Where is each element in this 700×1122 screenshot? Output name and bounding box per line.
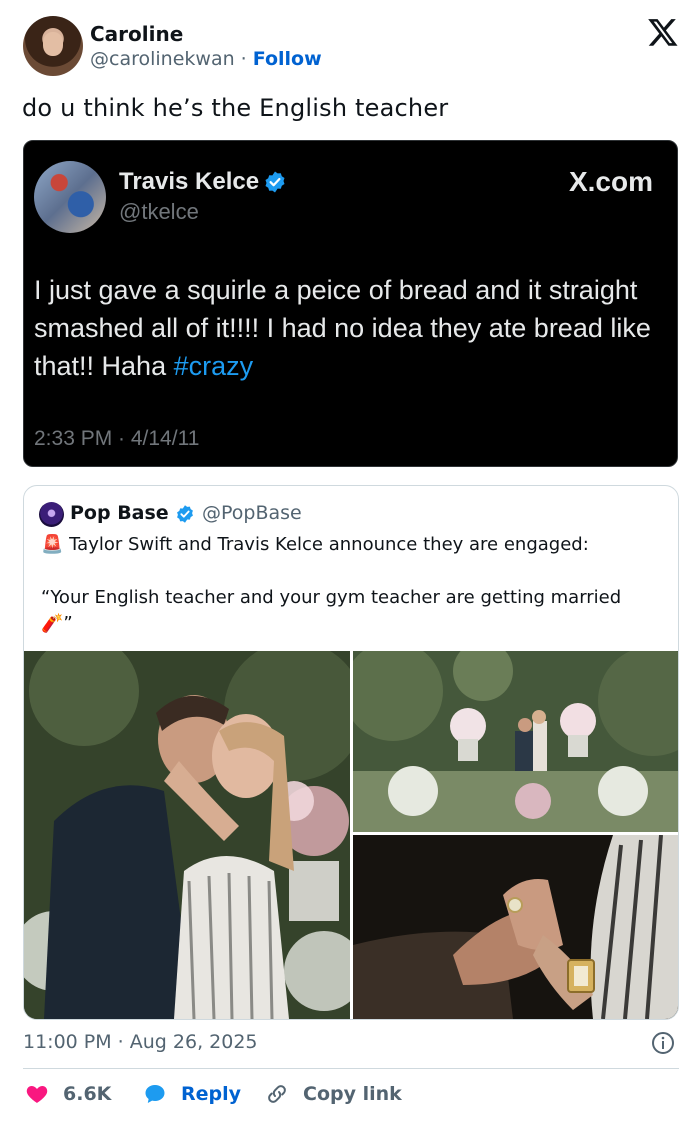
x-com-brand: X.com	[568, 166, 653, 197]
popbase-name: Pop Base	[70, 502, 169, 524]
tkelce-body-text: I just gave a squirle a peice of bread a…	[34, 275, 651, 381]
follow-button[interactable]: Follow	[253, 48, 322, 70]
quoted-line1-text: Taylor Swift and Travis Kelce announce t…	[69, 534, 589, 555]
reply-bubble-icon	[145, 1085, 165, 1103]
tkelce-name: Travis Kelce	[119, 168, 260, 195]
hashtag: #crazy	[173, 351, 254, 381]
garden-proposal-photo[interactable]	[353, 651, 678, 832]
quoted-tweet-line1: 🚨 Taylor Swift and Travis Kelce announce…	[41, 534, 589, 555]
like-button[interactable]: 6.6K	[25, 1082, 111, 1106]
siren-emoji: 🚨	[41, 534, 64, 555]
tkelce-tweet-body: I just gave a squirle a peice of bread a…	[34, 271, 674, 385]
tweet-text: do u think he’s the English teacher	[22, 94, 449, 122]
quoted-line2-text: “Your English teacher and your gym teach…	[41, 587, 622, 608]
copy-link-label: Copy link	[303, 1083, 402, 1105]
quoted-tweet[interactable]: Pop Base @PopBase 🚨 Taylor Swift and Tra…	[23, 485, 679, 1020]
tweet-timestamp[interactable]: 11:00 PM · Aug 26, 2025	[23, 1031, 258, 1053]
tkelce-handle: @tkelce	[119, 199, 199, 224]
author-avatar[interactable]	[23, 16, 83, 76]
verified-badge-icon	[177, 505, 193, 523]
info-icon[interactable]	[651, 1031, 675, 1055]
like-count: 6.6K	[63, 1083, 112, 1105]
reply-button[interactable]: Reply	[143, 1082, 241, 1106]
link-icon	[268, 1085, 286, 1103]
ring-hands-photo[interactable]	[353, 835, 678, 1019]
verified-badge-icon	[265, 171, 285, 193]
tweet-card: Caroline @carolinekwan · Follow do u thi…	[0, 0, 700, 1122]
reply-label: Reply	[181, 1083, 242, 1105]
couple-embrace-photo[interactable]	[24, 651, 350, 1019]
quoted-line2-end: ”	[63, 613, 73, 634]
author-handle[interactable]: @carolinekwan	[90, 48, 235, 70]
copy-link-button[interactable]: Copy link	[265, 1082, 402, 1106]
quoted-tweet-line2: “Your English teacher and your gym teach…	[41, 585, 669, 637]
divider	[23, 1068, 679, 1069]
firecracker-emoji: 🧨	[41, 613, 64, 634]
tkelce-avatar	[34, 161, 106, 233]
popbase-avatar	[39, 502, 64, 527]
x-logo-icon[interactable]	[647, 16, 679, 48]
popbase-handle: @PopBase	[202, 502, 302, 524]
embedded-tweet-screenshot[interactable]: Travis Kelce @tkelce X.com I just gave a…	[23, 140, 678, 467]
author-handle-line: @carolinekwan · Follow	[90, 48, 322, 70]
tkelce-timestamp: 2:33 PM · 4/14/11	[34, 427, 200, 450]
separator-dot: ·	[240, 48, 247, 70]
heart-icon	[26, 1086, 48, 1103]
author-name[interactable]: Caroline	[90, 22, 183, 46]
